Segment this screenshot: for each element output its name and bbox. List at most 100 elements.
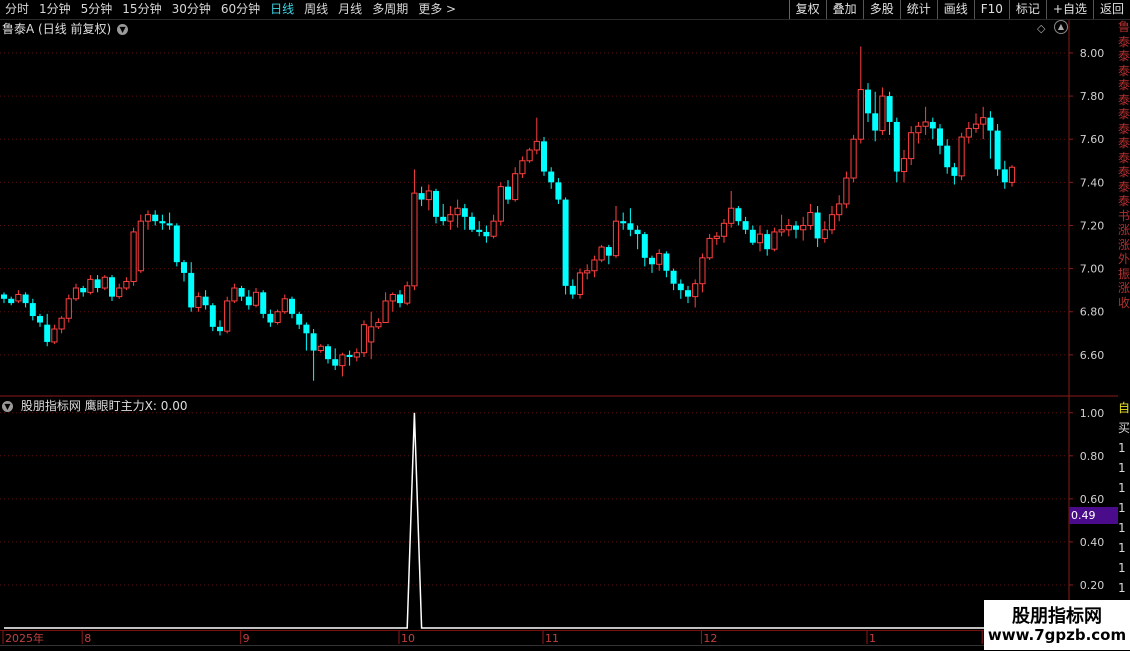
candle-body (685, 290, 691, 297)
candle-body (368, 326, 375, 343)
right-panel-label: 泰 (1118, 49, 1130, 63)
candle-body (260, 292, 267, 314)
candle-body (526, 149, 533, 162)
stock-name: 鲁泰A (2, 22, 35, 36)
candle-body (857, 89, 864, 140)
candle-body (94, 279, 101, 289)
tool-button-5[interactable]: F10 (973, 0, 1009, 19)
tool-button-0[interactable]: 复权 (788, 0, 826, 19)
candle-body (209, 305, 216, 327)
price-tick-label: 6.80 (1080, 306, 1105, 319)
candle-body (555, 182, 562, 200)
period-tab-5[interactable]: 60分钟 (216, 0, 265, 19)
tool-button-6[interactable]: 标记 (1008, 0, 1046, 19)
candle-body (972, 123, 980, 129)
period-tab-3[interactable]: 15分钟 (117, 0, 166, 19)
tool-button-4[interactable]: 画线 (936, 0, 974, 19)
candle-body (634, 229, 641, 235)
candle-body (281, 298, 288, 313)
candle-body (886, 96, 893, 122)
candle-body (900, 158, 908, 173)
candle-body (447, 214, 454, 222)
diamond-icon[interactable]: ◇ (1037, 22, 1045, 35)
candle-body (80, 288, 87, 293)
right-panel-label: 涨 (1118, 237, 1130, 252)
chevron-down-icon[interactable]: ▼ (2, 401, 13, 412)
candle-body (728, 207, 735, 224)
candle-body (850, 138, 857, 179)
period-tab-1[interactable]: 1分钟 (34, 0, 76, 19)
candle-body (908, 132, 915, 160)
candle-body (490, 220, 497, 237)
candle-body (720, 222, 728, 237)
candle-body (649, 257, 655, 265)
candle-body (807, 212, 814, 226)
tool-buttons: 复权 叠加 多股 统计 画线 F10 标记 +自选 返回 (788, 0, 1130, 19)
candle-body (512, 173, 519, 201)
candle-body (569, 285, 576, 295)
period-tab-2[interactable]: 5分钟 (76, 0, 118, 19)
price-tick-label: 7.00 (1080, 263, 1105, 276)
indicator-tick-label: 0.60 (1080, 493, 1105, 506)
tool-button-8[interactable]: 返回 (1092, 0, 1130, 19)
right-panel-label: 1 (1118, 521, 1126, 535)
chevron-down-icon[interactable]: ▼ (117, 24, 129, 35)
candle-body (562, 199, 569, 286)
right-panel-label: 1 (1118, 561, 1126, 575)
candle-body (65, 298, 72, 319)
candle-body (865, 89, 871, 114)
price-tick-label: 7.60 (1080, 133, 1105, 146)
period-tab-6[interactable]: 日线 (265, 0, 299, 19)
candle-body (433, 190, 439, 217)
period-tab-8[interactable]: 月线 (333, 0, 367, 19)
candle-body (454, 207, 461, 216)
candle-body (252, 291, 260, 306)
right-panel-label: 泰 (1118, 107, 1130, 121)
date-axis (0, 630, 984, 646)
candle-body (793, 225, 799, 230)
candle-body (749, 229, 756, 243)
right-panel-label: 泰 (1118, 34, 1130, 49)
candle-body (389, 293, 396, 302)
price-tick-label: 8.00 (1080, 47, 1105, 60)
period-tab-7[interactable]: 周线 (299, 0, 333, 19)
candle-body (188, 272, 195, 308)
price-tick-label: 6.60 (1080, 349, 1105, 362)
candle-body (22, 294, 29, 304)
price-tick-label: 7.40 (1080, 176, 1105, 189)
indicator-tick-label: 0.20 (1080, 579, 1105, 592)
indicator-title: ▼ 股朋指标网 鹰眼盯主力X: 0.00 (2, 398, 187, 414)
period-tab-10[interactable]: 更多 > (413, 0, 461, 19)
candle-body (217, 326, 223, 332)
collapse-icon[interactable]: ▲ (1054, 20, 1068, 34)
candle-body (137, 220, 144, 272)
right-panel-label: 买 (1118, 421, 1130, 435)
candle-body (756, 233, 764, 244)
indicator-tick-label: 0.40 (1080, 536, 1105, 549)
candle-body (51, 328, 58, 343)
candle-body (519, 160, 526, 175)
tool-button-3[interactable]: 统计 (899, 0, 937, 19)
tool-button-7[interactable]: +自选 (1045, 0, 1093, 19)
bottom-strip (0, 645, 984, 651)
right-panel-label: 泰 (1118, 121, 1130, 136)
period-tab-4[interactable]: 30分钟 (167, 0, 216, 19)
right-panel-label: 涨 (1118, 281, 1130, 295)
candle-body (915, 125, 922, 134)
right-panel-label: 收 (1118, 295, 1130, 310)
candle-body (713, 235, 720, 239)
candle-body (958, 136, 965, 177)
candle-body (548, 171, 555, 183)
candle-body (425, 190, 432, 201)
candle-body (944, 145, 951, 168)
period-tab-9[interactable]: 多周期 (367, 0, 413, 19)
tool-button-2[interactable]: 多股 (862, 0, 900, 19)
period-tabs: 分时 1分钟 5分钟 15分钟 30分钟 60分钟 日线 周线 月线 多周期 更多 > (0, 0, 461, 19)
indicator-name: 股朋指标网 (20, 399, 81, 413)
right-panel-label: 泰 (1118, 78, 1130, 92)
candle-body (771, 231, 778, 250)
period-tab-0[interactable]: 分时 (0, 0, 34, 19)
candle-body (670, 270, 677, 284)
candle-body (706, 237, 713, 259)
tool-button-1[interactable]: 叠加 (825, 0, 863, 19)
